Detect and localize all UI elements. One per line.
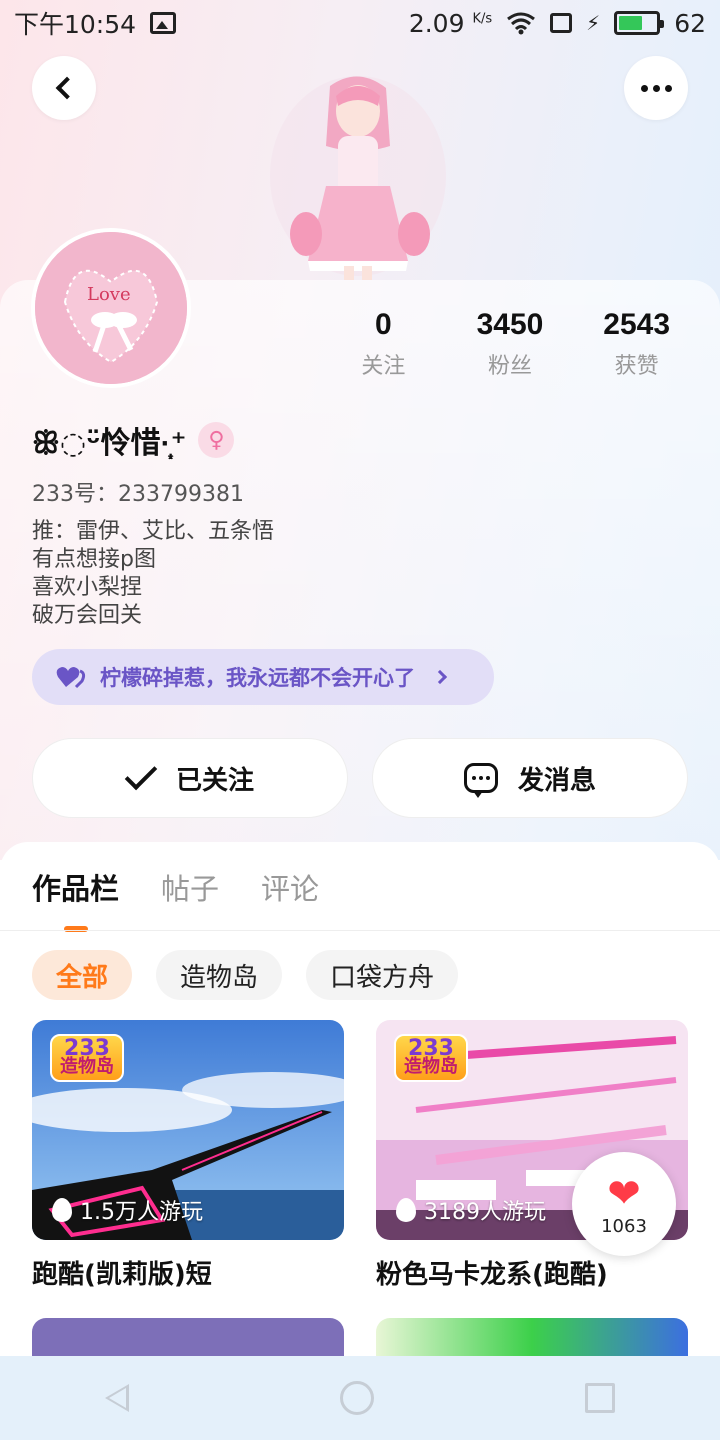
bio: 推：雷伊、艾比、五条悟 有点想接p图 喜欢小梨捏 破万会回关 bbox=[32, 518, 274, 630]
tab-works[interactable]: 作品栏 bbox=[32, 866, 119, 908]
filter-all[interactable]: 全部 bbox=[32, 950, 133, 1000]
username-row: ꕥ◌ᵕ̈怜惜⁠·̩̩͙⁺ ♀ bbox=[32, 418, 235, 462]
fire-icon bbox=[396, 1198, 416, 1222]
work-title: 跑酷(凯莉版)短 bbox=[32, 1260, 212, 1290]
work-thumbnail: 233 造物岛 1.5万人游玩 bbox=[32, 1020, 344, 1240]
play-count: 3189人游玩 bbox=[396, 1194, 546, 1226]
like-button[interactable]: ❤ 1063 bbox=[572, 1152, 676, 1256]
stat-likes[interactable]: 2543 获赞 bbox=[573, 308, 700, 380]
charging-icon: ⚡ bbox=[586, 11, 601, 35]
stat-label: 关注 bbox=[361, 354, 406, 379]
filter-creation-island[interactable]: 造物岛 bbox=[156, 950, 283, 1000]
send-message-button[interactable]: 发消息 bbox=[372, 738, 688, 818]
network-speed: 2.09 K/s bbox=[408, 8, 493, 38]
heart-icon: ❤ bbox=[607, 1170, 641, 1217]
check-icon bbox=[124, 757, 158, 791]
nav-recent-apps-icon[interactable] bbox=[584, 1383, 615, 1413]
creation-island-badge: 233 造物岛 bbox=[394, 1034, 468, 1082]
profile-stats: 0 关注 3450 粉丝 2543 获赞 bbox=[320, 308, 700, 380]
work-thumbnail bbox=[376, 1318, 688, 1358]
status-time: 下午10:54 bbox=[14, 10, 137, 39]
battery-icon bbox=[614, 11, 665, 35]
bio-line: 推：雷伊、艾比、五条悟 bbox=[32, 519, 275, 544]
creation-island-badge: 233 造物岛 bbox=[50, 1034, 124, 1082]
battery-level bbox=[619, 16, 642, 30]
stat-label: 粉丝 bbox=[488, 354, 533, 379]
female-gender-icon: ♀ bbox=[198, 422, 235, 458]
stat-following[interactable]: 0 关注 bbox=[320, 308, 447, 380]
chevron-left-icon bbox=[55, 76, 79, 100]
double-heart-icon bbox=[56, 667, 86, 689]
divider bbox=[0, 930, 720, 931]
send-message-label: 发消息 bbox=[517, 765, 596, 796]
filter-chips: 全部 造物岛 口袋方舟 bbox=[32, 950, 459, 1000]
stat-value: 3450 bbox=[476, 308, 544, 341]
nav-home-icon[interactable] bbox=[339, 1381, 374, 1415]
work-card-partial[interactable] bbox=[376, 1318, 688, 1358]
back-button[interactable] bbox=[32, 56, 96, 120]
filter-pocket-ark[interactable]: 口袋方舟 bbox=[306, 950, 459, 1000]
system-navigation-bar bbox=[0, 1356, 720, 1440]
username: ꕥ◌ᵕ̈怜惜⁠·̩̩͙⁺ bbox=[32, 426, 187, 461]
svg-text:Love: Love bbox=[87, 284, 131, 305]
chat-bubble-icon bbox=[463, 763, 498, 798]
following-button[interactable]: 已关注 bbox=[32, 738, 348, 818]
works-section: 作品栏 帖子 评论 全部 造物岛 口袋方舟 233 造物岛 1.5万人游玩 跑酷… bbox=[0, 842, 720, 1362]
profile-tabs: 作品栏 帖子 评论 bbox=[32, 866, 319, 908]
character-avatar-illustration bbox=[270, 76, 446, 280]
bio-line: 有点想接p图 bbox=[32, 547, 156, 572]
wifi-icon bbox=[507, 12, 536, 35]
love-heart-avatar-image: Love bbox=[35, 232, 187, 384]
signature-text: 柠檬碎掉惹，我永远都不会开心了 bbox=[100, 666, 415, 690]
image-notification-icon bbox=[150, 12, 177, 34]
more-options-button[interactable] bbox=[624, 56, 688, 120]
bio-line: 喜欢小梨捏 bbox=[32, 575, 143, 600]
avatar[interactable]: Love bbox=[31, 228, 191, 388]
work-card[interactable]: 233 造物岛 1.5万人游玩 跑酷(凯莉版)短 bbox=[32, 1020, 344, 1291]
stat-value: 2543 bbox=[603, 308, 671, 341]
bio-line: 破万会回关 bbox=[32, 603, 143, 628]
following-label: 已关注 bbox=[175, 765, 254, 796]
like-count: 1063 bbox=[601, 1215, 647, 1237]
work-card-partial[interactable] bbox=[32, 1318, 344, 1358]
work-title: 粉色马卡龙系(跑酷) bbox=[376, 1260, 608, 1290]
tab-comments[interactable]: 评论 bbox=[261, 866, 319, 908]
sim-card-icon bbox=[550, 13, 573, 33]
stat-followers[interactable]: 3450 粉丝 bbox=[447, 308, 574, 380]
nav-back-icon[interactable] bbox=[105, 1384, 130, 1412]
stat-value: 0 bbox=[374, 308, 392, 341]
tab-posts[interactable]: 帖子 bbox=[161, 866, 219, 908]
battery-percent: 62 bbox=[674, 8, 706, 38]
chevron-right-icon bbox=[432, 669, 448, 685]
fire-icon bbox=[52, 1198, 72, 1222]
play-count: 1.5万人游玩 bbox=[52, 1194, 203, 1226]
signature-banner[interactable]: 柠檬碎掉惹，我永远都不会开心了 bbox=[32, 649, 494, 705]
work-thumbnail bbox=[32, 1318, 344, 1358]
stat-label: 获赞 bbox=[614, 354, 659, 379]
user-id: 233号：233799381 bbox=[32, 482, 244, 507]
status-bar: 下午10:54 2.09 K/s ⚡ 62 bbox=[0, 0, 720, 46]
more-icon bbox=[640, 84, 672, 92]
